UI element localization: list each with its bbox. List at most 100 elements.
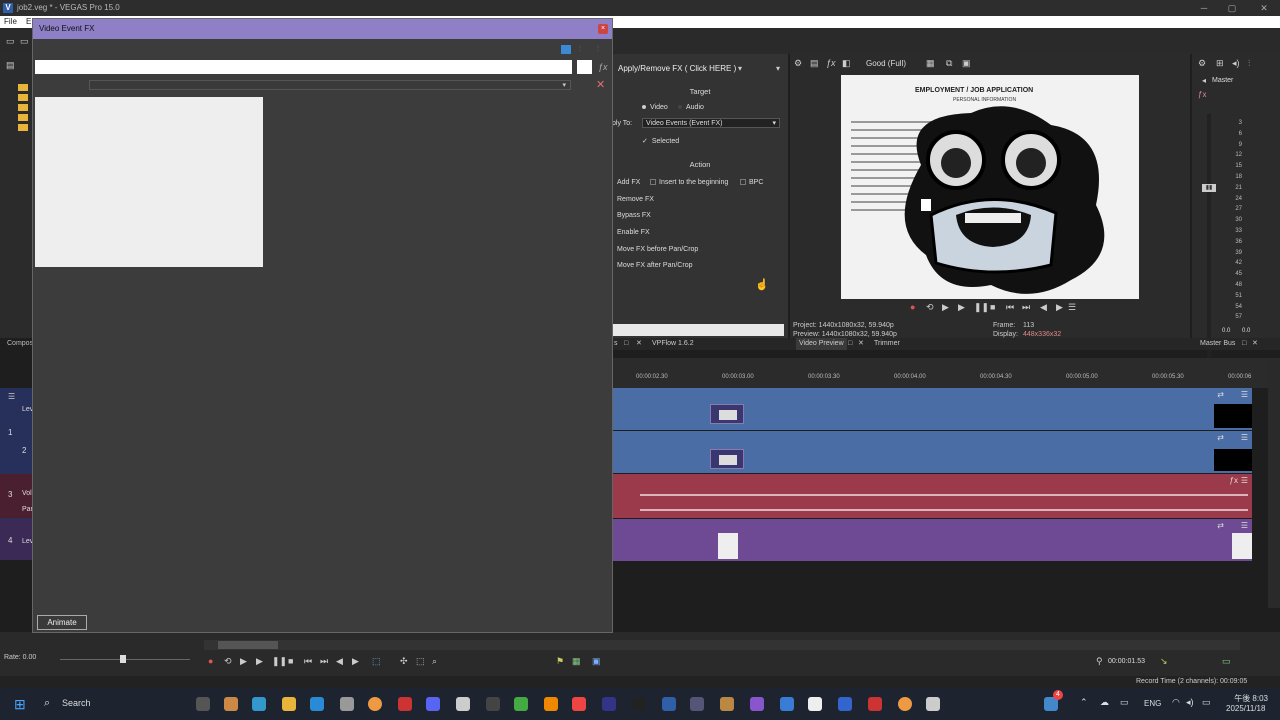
prev-frame-icon[interactable]: ◀ [336, 656, 343, 667]
tab-float-icon[interactable]: □ [1242, 338, 1246, 350]
app-icon[interactable] [486, 697, 500, 711]
stop-icon[interactable]: ■ [288, 656, 293, 666]
master-fx-icon[interactable]: ƒx [1198, 90, 1206, 99]
language-indicator[interactable]: ENG [1144, 699, 1161, 708]
zoom-tool-icon[interactable]: ⌕ [432, 656, 437, 667]
close-window-button[interactable]: ✕ [1252, 0, 1276, 16]
pause-icon[interactable]: ❚❚ [974, 302, 989, 313]
app-icon[interactable] [632, 697, 646, 711]
audio-radio[interactable]: Audio [678, 104, 704, 111]
go-to-start-icon[interactable]: ⏮ [304, 656, 312, 667]
fx-icon[interactable]: ƒx [826, 58, 836, 68]
app-icon[interactable] [224, 697, 238, 711]
video-event-thumbnail[interactable] [710, 404, 744, 424]
tray-icon[interactable]: ▭ [1120, 697, 1129, 708]
folder-icon[interactable] [18, 84, 28, 91]
speaker-icon[interactable]: ◂) [1186, 697, 1194, 708]
move-fx-before-button[interactable]: Move FX before Pan/Crop [617, 246, 698, 253]
snapping-icon[interactable]: ▣ [592, 656, 601, 667]
chevron-down-icon[interactable]: ▾ [738, 64, 742, 73]
track-menu-icon[interactable]: ☰ [8, 392, 15, 401]
move-fx-after-button[interactable]: Move FX after Pan/Crop [617, 262, 692, 269]
panel-menu-icon[interactable]: ▾ [776, 64, 780, 73]
mixer-icon[interactable]: ⊞ [1216, 58, 1224, 69]
vegas-taskbar-icon[interactable] [662, 697, 676, 711]
track-motion-icon[interactable]: ⇄ [1217, 433, 1224, 442]
track-menu-icon[interactable]: ☰ [1241, 521, 1248, 530]
record-mic-icon[interactable]: ● [910, 302, 915, 312]
minimize-button[interactable]: ─ [1192, 0, 1216, 16]
fx-search-input[interactable] [35, 60, 572, 74]
track-motion-icon[interactable]: ⇄ [1217, 390, 1224, 399]
apply-remove-fx-dropdown[interactable]: Apply/Remove FX ( Click HERE ) [618, 64, 736, 73]
loop-region-icon[interactable]: ▭ [1222, 656, 1231, 667]
app-icon[interactable] [690, 697, 704, 711]
file-explorer-icon[interactable] [282, 697, 296, 711]
app-icon[interactable] [572, 697, 586, 711]
go-to-end-icon[interactable]: ⏭ [1022, 302, 1030, 313]
play-from-start-icon[interactable]: ▶ [240, 656, 247, 667]
menu-edit[interactable]: E [26, 16, 31, 28]
play-from-start-icon[interactable]: ▶ [942, 302, 949, 313]
play-icon[interactable]: ▶ [256, 656, 263, 667]
layout-alt-icon[interactable]: ⫶ [597, 44, 599, 54]
envelope-tool-icon[interactable]: ✣ [400, 656, 408, 667]
loop-icon[interactable]: ⟲ [224, 656, 232, 667]
app-icon[interactable] [838, 697, 852, 711]
tab-close-icon[interactable]: ✕ [1252, 338, 1258, 350]
grid-icon[interactable]: ▦ [926, 58, 935, 69]
folder-icon[interactable] [18, 124, 28, 131]
edit-tool-icon[interactable]: ⬚ [372, 656, 381, 667]
settings-icon[interactable]: ⚙ [1198, 58, 1206, 69]
clock-time[interactable]: 午後 8:03 [1228, 693, 1268, 704]
wifi-icon[interactable]: ◠ [1172, 697, 1180, 708]
video-event-thumbnail[interactable] [710, 449, 744, 469]
timeline-horizontal-scrollbar[interactable] [204, 640, 1240, 650]
timeline-ruler[interactable]: 00:00:02.30 00:00:03.00 00:00:03.30 00:0… [612, 374, 1252, 388]
task-view-icon[interactable] [196, 697, 210, 711]
folder-icon[interactable] [18, 94, 28, 101]
tab-s[interactable]: s [614, 338, 618, 350]
maximize-button[interactable]: ▢ [1220, 0, 1244, 16]
pause-icon[interactable]: ❚❚ [272, 656, 287, 667]
taskbar-search-box[interactable]: Search [62, 698, 91, 708]
video-track-1[interactable]: ⇄ ☰ [612, 388, 1252, 430]
folder-icon[interactable] [18, 114, 28, 121]
master-fader-handle[interactable]: ▮▮ [1202, 184, 1216, 192]
dialog-title[interactable]: Video Event FX [33, 19, 612, 39]
mixer-sliders-icon[interactable]: ⫶ [1248, 58, 1250, 69]
dialog-close-button[interactable]: × [598, 24, 608, 34]
menu-file[interactable]: File [4, 16, 17, 28]
tab-float-icon[interactable]: □ [848, 338, 852, 350]
battery-icon[interactable]: ▭ [1202, 697, 1211, 708]
app-icon[interactable] [252, 697, 266, 711]
layout-icon[interactable] [561, 45, 571, 54]
go-to-start-icon[interactable]: ⏮ [1006, 302, 1014, 313]
region-icon[interactable]: ▦ [572, 656, 581, 667]
preview-settings-icon[interactable]: ⚙ [794, 58, 802, 69]
edge-icon[interactable] [310, 697, 324, 711]
selected-checkbox[interactable]: ✓ Selected [642, 137, 679, 145]
panel-tool-icon[interactable]: ▤ [6, 60, 15, 71]
tab-master-bus[interactable]: Master Bus [1200, 338, 1235, 350]
apply-to-select[interactable]: Video Events (Event FX) ▾ [642, 118, 780, 128]
track-motion-icon[interactable]: ⇄ [1217, 521, 1224, 530]
fx-icon[interactable]: ƒx [598, 62, 608, 72]
split-screen-icon[interactable]: ◧ [842, 58, 851, 69]
rate-slider-handle[interactable] [120, 655, 126, 663]
app-icon[interactable] [926, 697, 940, 711]
new-project-icon[interactable]: ▭ [6, 36, 15, 47]
windows-start-icon[interactable]: ⊞ [14, 696, 26, 713]
insert-beginning-checkbox[interactable]: Insert to the beginning [650, 179, 728, 186]
layout-alt-icon[interactable]: ⫶ [579, 44, 581, 54]
video-track-4[interactable]: ⇄ ☰ [612, 519, 1252, 561]
prev-frame-icon[interactable]: ◀ [1040, 302, 1047, 313]
clock-date[interactable]: 2025/11/18 [1226, 704, 1265, 713]
fx-preset-select[interactable]: ▾ [89, 80, 571, 90]
play-icon[interactable]: ▶ [958, 302, 965, 313]
bypass-fx-button[interactable]: Bypass FX [617, 212, 651, 219]
menu-icon[interactable]: ☰ [1068, 302, 1076, 313]
tab-trimmer[interactable]: Trimmer [874, 338, 900, 350]
app-icon[interactable] [514, 697, 528, 711]
app-icon[interactable] [456, 697, 470, 711]
